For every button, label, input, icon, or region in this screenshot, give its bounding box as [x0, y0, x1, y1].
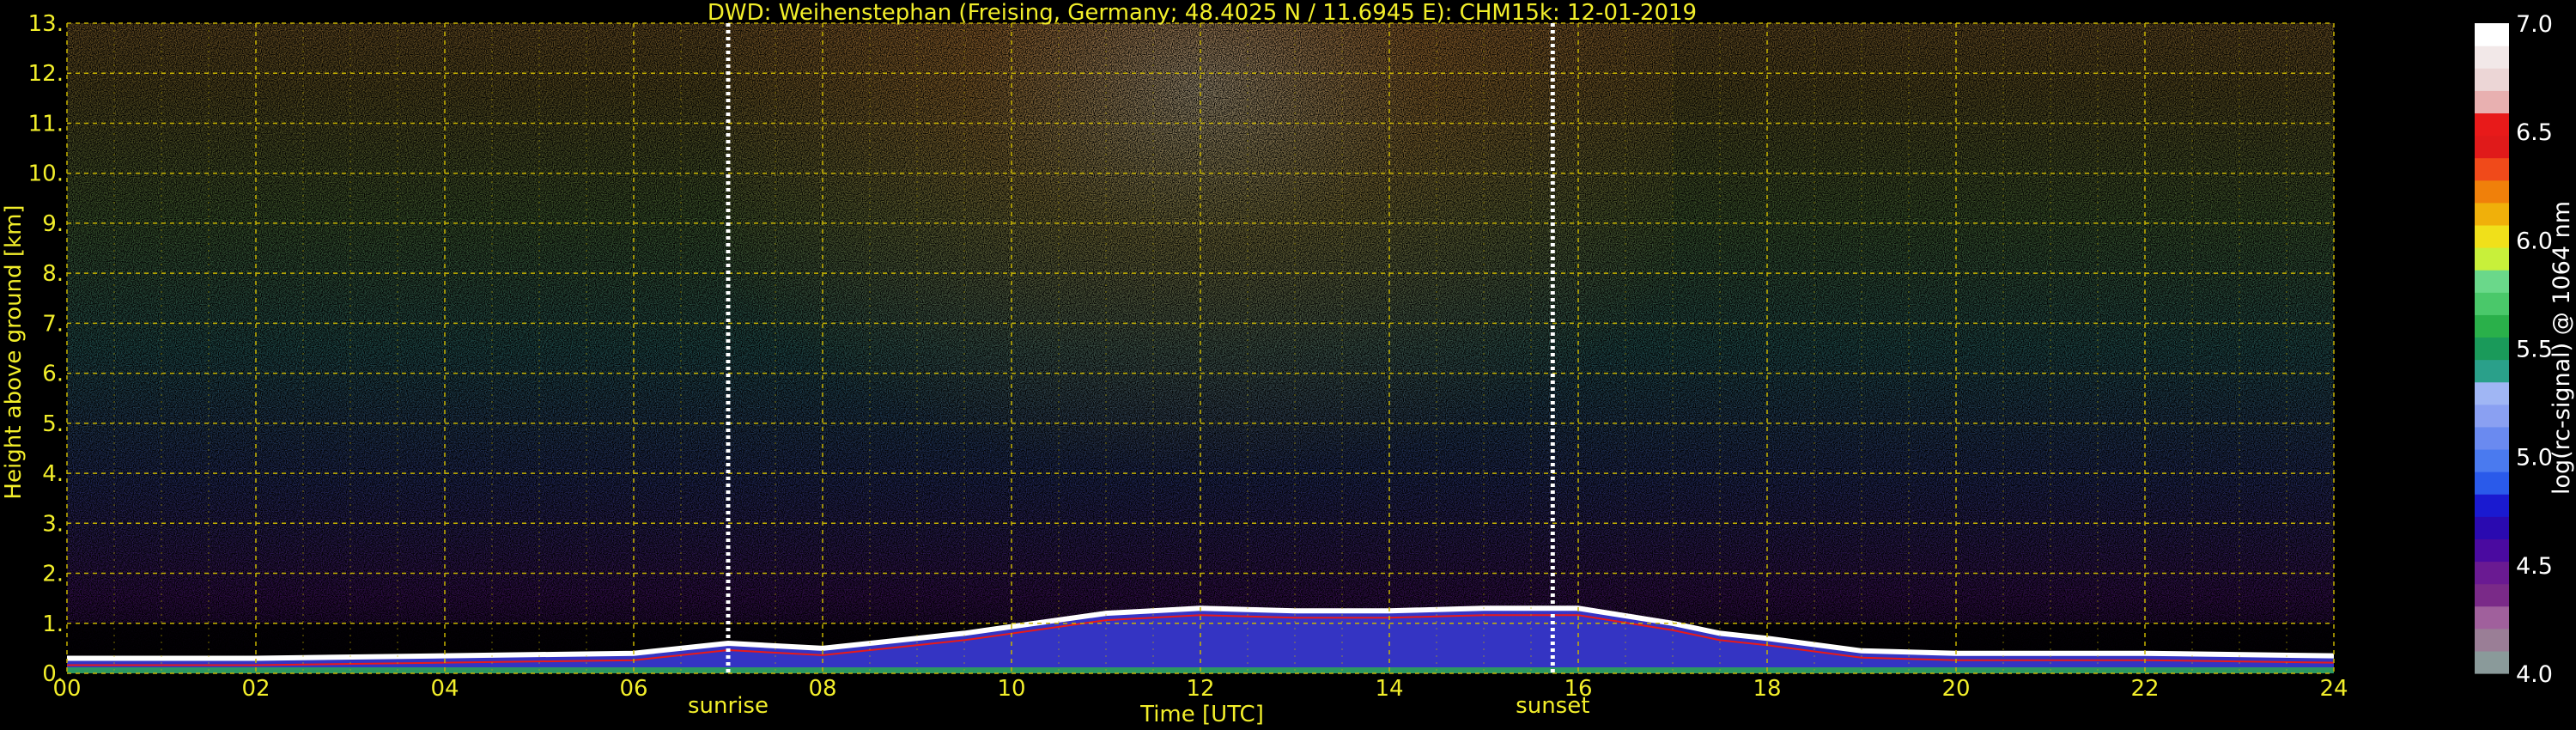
colorbar-segment [2475, 404, 2509, 428]
y-tick-label: 7. [42, 311, 64, 337]
x-tick-label: 20 [1941, 676, 1970, 702]
colorbar-segment [2475, 516, 2509, 539]
colorbar-segment [2475, 68, 2509, 91]
colorbar-segment [2475, 628, 2509, 652]
y-tick-label: 11. [28, 111, 64, 137]
colorbar-segment [2475, 337, 2509, 361]
colorbar-segment [2475, 561, 2509, 585]
colorbar-segment [2475, 538, 2509, 563]
colorbar-tick-label: 4.5 [2516, 553, 2553, 580]
x-tick-label: 14 [1375, 676, 1403, 702]
y-axis-label: Height above ground [km] [1, 204, 27, 499]
sunrise-label: sunrise [688, 693, 769, 719]
colorbar-segment [2475, 381, 2509, 405]
x-tick-label: 06 [619, 676, 647, 702]
x-tick-label: 22 [2130, 676, 2159, 702]
colorbar-ticks: 4.0 4.5 5.0 5.5 6.0 6.5 7.0 [2516, 11, 2553, 688]
colorbar-segment [2475, 583, 2509, 607]
colorbar-segment [2475, 179, 2509, 204]
colorbar-label: log(rc-signal) @ 1064 nm [2549, 201, 2575, 495]
x-tick-label: 02 [241, 676, 270, 702]
colorbar-segment [2475, 113, 2509, 137]
colorbar-segment [2475, 494, 2509, 517]
x-tick-label: 16 [1564, 676, 1592, 702]
colorbar-segment [2475, 270, 2509, 293]
y-tick-label: 9. [42, 211, 64, 237]
x-tick-label: 12 [1186, 676, 1214, 702]
y-tick-label: 8. [42, 261, 64, 287]
y-tick-label: 5. [42, 411, 64, 437]
ceilometer-chart: sunrise sunset 00 02 04 06 08 10 12 14 16 18 20 22 24… [1, 0, 2575, 727]
y-tick-label: 2. [42, 562, 64, 587]
colorbar-segment [2475, 247, 2509, 271]
colorbar-segment [2475, 157, 2509, 181]
colorbar-segment [2475, 23, 2509, 46]
y-tick-label: 0. [42, 661, 64, 687]
x-tick-label: 04 [430, 676, 459, 702]
colorbar-segment [2475, 426, 2509, 450]
colorbar [2475, 23, 2509, 674]
x-axis-ticks: 00 02 04 06 08 10 12 14 16 18 20 22 24 [52, 676, 2348, 702]
x-tick-label: 10 [997, 676, 1025, 702]
x-tick-label: 08 [808, 676, 836, 702]
colorbar-segment [2475, 90, 2509, 114]
colorbar-segment [2475, 605, 2509, 630]
colorbar-segment [2475, 46, 2509, 69]
colorbar-segment [2475, 314, 2509, 338]
colorbar-segment [2475, 471, 2509, 495]
y-axis-ticks: 0. 1. 2. 3. 4. 5. 6. 7. 8. 9. 10. 11. 12. 13. [28, 11, 64, 687]
colorbar-tick-label: 7.0 [2516, 11, 2553, 38]
colorbar-segment [2475, 224, 2509, 248]
x-axis-label: Time [UTC] [1139, 702, 1264, 727]
y-tick-label: 10. [28, 161, 64, 187]
colorbar-segment [2475, 359, 2509, 383]
y-tick-label: 6. [42, 362, 64, 387]
y-tick-label: 3. [42, 511, 64, 537]
colorbar-tick-label: 4.0 [2516, 661, 2553, 688]
colorbar-tick-label: 5.5 [2516, 337, 2553, 363]
y-tick-label: 1. [42, 611, 64, 637]
colorbar-segment [2475, 202, 2509, 226]
colorbar-segment [2475, 650, 2509, 674]
x-tick-label: 18 [1753, 676, 1781, 702]
y-tick-label: 13. [28, 11, 64, 37]
colorbar-segment [2475, 292, 2509, 315]
x-tick-label: 24 [2319, 676, 2348, 702]
chart-title: DWD: Weihenstephan (Freising, Germany; 4… [708, 0, 1697, 26]
colorbar-segment [2475, 448, 2509, 472]
colorbar-tick-label: 6.5 [2516, 119, 2553, 146]
y-tick-label: 12. [28, 61, 64, 87]
y-tick-label: 4. [42, 461, 64, 487]
colorbar-tick-label: 6.0 [2516, 228, 2553, 254]
colorbar-tick-label: 5.0 [2516, 445, 2553, 471]
colorbar-segment [2475, 135, 2509, 159]
